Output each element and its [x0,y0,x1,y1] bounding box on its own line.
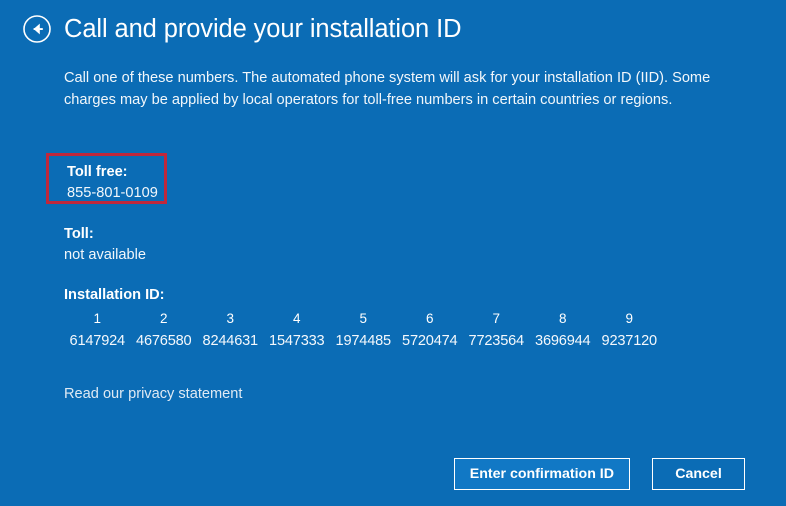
iid-column-index: 5 [359,311,367,326]
installation-id-label: Installation ID: [64,287,165,303]
iid-column-index: 4 [292,311,301,326]
iid-group-value: 3696944 [535,333,591,349]
iid-group-value: 1547333 [269,333,325,349]
iid-column-index: 9 [625,311,633,326]
privacy-statement-link[interactable]: Read our privacy statement [64,384,242,404]
toll-free-block: Toll free: 855-801-0109 [67,162,158,204]
toll-free-number: 855-801-0109 [67,185,158,201]
iid-column-index: 6 [425,311,434,326]
installation-id-grid: 1 2 3 4 5 6 7 8 9 6147924 4676580 824463… [64,309,663,351]
page-title: Call and provide your installation ID [64,15,462,43]
iid-column-index: 3 [226,311,234,326]
dialog-header: Call and provide your installation ID [22,14,462,44]
toll-label: Toll: [64,226,94,242]
dialog-footer: Enter confirmation ID Cancel [453,458,745,490]
activation-dialog: { "window": { "background_color": "#0b6c… [0,0,786,506]
iid-group-value: 4676580 [136,333,192,349]
iid-group-value: 5720474 [402,333,458,349]
iid-column-index: 8 [558,311,567,326]
iid-group-value: 7723564 [468,333,525,349]
intro-paragraph: Call one of these numbers. The automated… [64,70,711,108]
iid-column-index: 7 [492,311,500,326]
iid-group-value: 6147924 [69,333,126,349]
toll-block: Toll: not available [64,224,146,266]
toll-free-highlight-box: Toll free: 855-801-0109 [46,153,167,204]
back-arrow-circle-icon[interactable] [22,14,52,44]
installation-id-section: Installation ID: 1 2 3 4 5 6 7 8 9 61479… [64,285,663,351]
iid-group-value: 8244631 [202,333,259,349]
iid-group-value: 9237120 [601,333,658,349]
iid-column-index: 2 [159,311,168,326]
toll-free-label: Toll free: [67,164,128,180]
cancel-button[interactable]: Cancel [652,458,745,490]
iid-column-index: 1 [93,311,101,326]
iid-group-value: 1974485 [335,333,392,349]
enter-confirmation-id-button[interactable]: Enter confirmation ID [453,458,630,490]
toll-value: not available [64,247,146,263]
